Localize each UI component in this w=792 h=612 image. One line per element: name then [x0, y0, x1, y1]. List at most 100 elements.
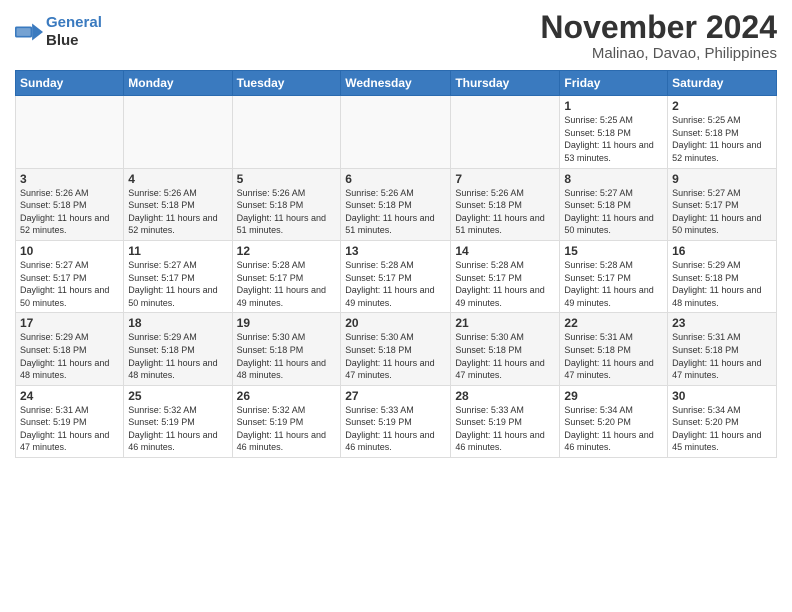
- calendar-cell: 29Sunrise: 5:34 AM Sunset: 5:20 PM Dayli…: [560, 385, 668, 457]
- day-info: Sunrise: 5:27 AM Sunset: 5:17 PM Dayligh…: [128, 259, 227, 309]
- day-number: 13: [345, 244, 446, 258]
- day-info: Sunrise: 5:30 AM Sunset: 5:18 PM Dayligh…: [345, 331, 446, 381]
- day-info: Sunrise: 5:28 AM Sunset: 5:17 PM Dayligh…: [455, 259, 555, 309]
- month-title: November 2024: [540, 10, 777, 45]
- day-number: 6: [345, 172, 446, 186]
- logo-icon: [15, 20, 43, 44]
- day-number: 15: [564, 244, 663, 258]
- weekday-header-tuesday: Tuesday: [232, 71, 341, 96]
- calendar-cell: 4Sunrise: 5:26 AM Sunset: 5:18 PM Daylig…: [124, 168, 232, 240]
- calendar-cell: 25Sunrise: 5:32 AM Sunset: 5:19 PM Dayli…: [124, 385, 232, 457]
- calendar-week-1: 1Sunrise: 5:25 AM Sunset: 5:18 PM Daylig…: [16, 96, 777, 168]
- calendar-cell: 11Sunrise: 5:27 AM Sunset: 5:17 PM Dayli…: [124, 240, 232, 312]
- weekday-header-saturday: Saturday: [668, 71, 777, 96]
- weekday-header-wednesday: Wednesday: [341, 71, 451, 96]
- day-number: 12: [237, 244, 337, 258]
- location-title: Malinao, Davao, Philippines: [540, 45, 777, 62]
- day-info: Sunrise: 5:29 AM Sunset: 5:18 PM Dayligh…: [20, 331, 119, 381]
- day-number: 3: [20, 172, 119, 186]
- day-info: Sunrise: 5:31 AM Sunset: 5:18 PM Dayligh…: [672, 331, 772, 381]
- calendar-cell: 14Sunrise: 5:28 AM Sunset: 5:17 PM Dayli…: [451, 240, 560, 312]
- day-number: 4: [128, 172, 227, 186]
- page-container: General Blue November 2024 Malinao, Dava…: [0, 0, 792, 468]
- day-number: 8: [564, 172, 663, 186]
- day-info: Sunrise: 5:27 AM Sunset: 5:17 PM Dayligh…: [20, 259, 119, 309]
- calendar-cell: 2Sunrise: 5:25 AM Sunset: 5:18 PM Daylig…: [668, 96, 777, 168]
- day-info: Sunrise: 5:29 AM Sunset: 5:18 PM Dayligh…: [672, 259, 772, 309]
- calendar-cell: 20Sunrise: 5:30 AM Sunset: 5:18 PM Dayli…: [341, 313, 451, 385]
- day-number: 27: [345, 389, 446, 403]
- day-info: Sunrise: 5:34 AM Sunset: 5:20 PM Dayligh…: [564, 404, 663, 454]
- day-info: Sunrise: 5:26 AM Sunset: 5:18 PM Dayligh…: [345, 187, 446, 237]
- day-number: 7: [455, 172, 555, 186]
- calendar-cell: [232, 96, 341, 168]
- day-number: 28: [455, 389, 555, 403]
- calendar-cell: 28Sunrise: 5:33 AM Sunset: 5:19 PM Dayli…: [451, 385, 560, 457]
- calendar-cell: 7Sunrise: 5:26 AM Sunset: 5:18 PM Daylig…: [451, 168, 560, 240]
- calendar-cell: 23Sunrise: 5:31 AM Sunset: 5:18 PM Dayli…: [668, 313, 777, 385]
- day-number: 25: [128, 389, 227, 403]
- calendar-cell: 5Sunrise: 5:26 AM Sunset: 5:18 PM Daylig…: [232, 168, 341, 240]
- calendar-cell: 12Sunrise: 5:28 AM Sunset: 5:17 PM Dayli…: [232, 240, 341, 312]
- day-info: Sunrise: 5:28 AM Sunset: 5:17 PM Dayligh…: [237, 259, 337, 309]
- calendar-cell: 3Sunrise: 5:26 AM Sunset: 5:18 PM Daylig…: [16, 168, 124, 240]
- day-number: 17: [20, 316, 119, 330]
- calendar-cell: 30Sunrise: 5:34 AM Sunset: 5:20 PM Dayli…: [668, 385, 777, 457]
- calendar-week-5: 24Sunrise: 5:31 AM Sunset: 5:19 PM Dayli…: [16, 385, 777, 457]
- calendar-cell: 16Sunrise: 5:29 AM Sunset: 5:18 PM Dayli…: [668, 240, 777, 312]
- calendar-cell: 21Sunrise: 5:30 AM Sunset: 5:18 PM Dayli…: [451, 313, 560, 385]
- day-info: Sunrise: 5:30 AM Sunset: 5:18 PM Dayligh…: [237, 331, 337, 381]
- day-number: 24: [20, 389, 119, 403]
- logo-general: General: [46, 14, 102, 31]
- calendar-cell: 26Sunrise: 5:32 AM Sunset: 5:19 PM Dayli…: [232, 385, 341, 457]
- day-info: Sunrise: 5:26 AM Sunset: 5:18 PM Dayligh…: [455, 187, 555, 237]
- day-number: 5: [237, 172, 337, 186]
- calendar-cell: 10Sunrise: 5:27 AM Sunset: 5:17 PM Dayli…: [16, 240, 124, 312]
- calendar-cell: 1Sunrise: 5:25 AM Sunset: 5:18 PM Daylig…: [560, 96, 668, 168]
- calendar-cell: 24Sunrise: 5:31 AM Sunset: 5:19 PM Dayli…: [16, 385, 124, 457]
- calendar-cell: 19Sunrise: 5:30 AM Sunset: 5:18 PM Dayli…: [232, 313, 341, 385]
- calendar-cell: 9Sunrise: 5:27 AM Sunset: 5:17 PM Daylig…: [668, 168, 777, 240]
- day-number: 23: [672, 316, 772, 330]
- day-info: Sunrise: 5:25 AM Sunset: 5:18 PM Dayligh…: [672, 114, 772, 164]
- day-number: 14: [455, 244, 555, 258]
- calendar-cell: 15Sunrise: 5:28 AM Sunset: 5:17 PM Dayli…: [560, 240, 668, 312]
- day-info: Sunrise: 5:30 AM Sunset: 5:18 PM Dayligh…: [455, 331, 555, 381]
- day-info: Sunrise: 5:28 AM Sunset: 5:17 PM Dayligh…: [564, 259, 663, 309]
- calendar-cell: 6Sunrise: 5:26 AM Sunset: 5:18 PM Daylig…: [341, 168, 451, 240]
- title-block: November 2024 Malinao, Davao, Philippine…: [540, 10, 777, 62]
- calendar-cell: [16, 96, 124, 168]
- calendar-week-3: 10Sunrise: 5:27 AM Sunset: 5:17 PM Dayli…: [16, 240, 777, 312]
- calendar-cell: 8Sunrise: 5:27 AM Sunset: 5:18 PM Daylig…: [560, 168, 668, 240]
- day-number: 10: [20, 244, 119, 258]
- calendar-week-4: 17Sunrise: 5:29 AM Sunset: 5:18 PM Dayli…: [16, 313, 777, 385]
- weekday-header-monday: Monday: [124, 71, 232, 96]
- day-number: 29: [564, 389, 663, 403]
- logo-blue: Blue: [46, 32, 79, 49]
- header: General Blue November 2024 Malinao, Dava…: [15, 10, 777, 62]
- day-info: Sunrise: 5:32 AM Sunset: 5:19 PM Dayligh…: [128, 404, 227, 454]
- logo: General Blue: [15, 14, 102, 50]
- day-info: Sunrise: 5:31 AM Sunset: 5:18 PM Dayligh…: [564, 331, 663, 381]
- day-info: Sunrise: 5:25 AM Sunset: 5:18 PM Dayligh…: [564, 114, 663, 164]
- day-number: 2: [672, 99, 772, 113]
- calendar-cell: [341, 96, 451, 168]
- day-number: 1: [564, 99, 663, 113]
- calendar-cell: 13Sunrise: 5:28 AM Sunset: 5:17 PM Dayli…: [341, 240, 451, 312]
- calendar-cell: 22Sunrise: 5:31 AM Sunset: 5:18 PM Dayli…: [560, 313, 668, 385]
- calendar-cell: 27Sunrise: 5:33 AM Sunset: 5:19 PM Dayli…: [341, 385, 451, 457]
- calendar-week-2: 3 Sunrise: 5:26 AM Sunset: 5:18 PM Daylig…: [16, 168, 777, 240]
- weekday-header-friday: Friday: [560, 71, 668, 96]
- day-info: Sunrise: 5:34 AM Sunset: 5:20 PM Dayligh…: [672, 404, 772, 454]
- day-number: 26: [237, 389, 337, 403]
- day-info: Sunrise: 5:26 AM Sunset: 5:18 PM Dayligh…: [128, 187, 227, 237]
- day-number: 18: [128, 316, 227, 330]
- day-info: Sunrise: 5:27 AM Sunset: 5:18 PM Dayligh…: [564, 187, 663, 237]
- day-number: 22: [564, 316, 663, 330]
- calendar-cell: [451, 96, 560, 168]
- calendar-cell: [124, 96, 232, 168]
- day-number: 21: [455, 316, 555, 330]
- logo-text: General Blue: [46, 14, 102, 50]
- calendar-cell: 18Sunrise: 5:29 AM Sunset: 5:18 PM Dayli…: [124, 313, 232, 385]
- day-number: 30: [672, 389, 772, 403]
